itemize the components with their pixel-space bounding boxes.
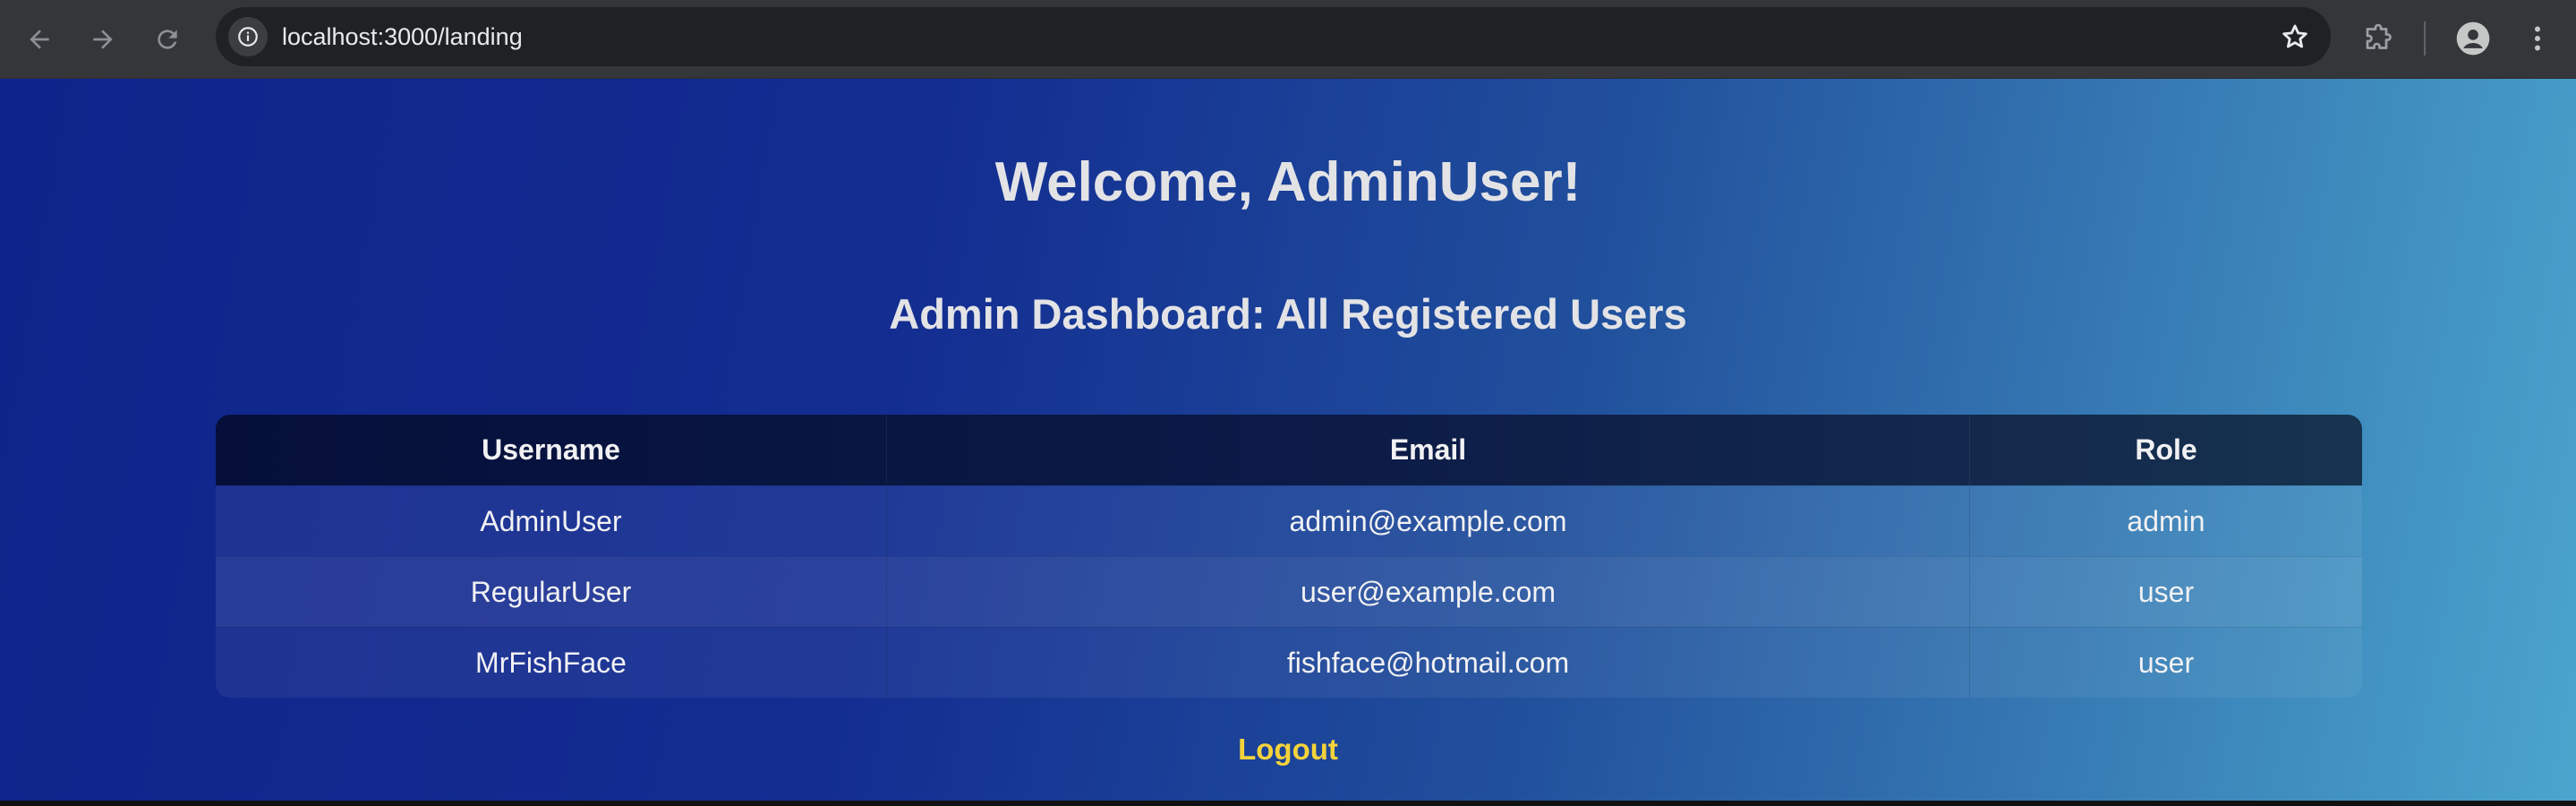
table-body: AdminUser admin@example.com admin Regula… (216, 485, 2362, 698)
puzzle-icon (2366, 23, 2392, 49)
cell-role: admin (1970, 485, 2362, 556)
cell-email: admin@example.com (887, 485, 1970, 556)
profile-button[interactable] (2451, 16, 2495, 61)
info-icon (238, 27, 258, 47)
url-text[interactable]: localhost:3000/landing (282, 7, 523, 66)
star-icon (2282, 24, 2307, 48)
table-row: AdminUser admin@example.com admin (216, 485, 2362, 556)
users-table: Username Email Role AdminUser admin@exam… (216, 415, 2362, 698)
cell-email: fishface@hotmail.com (887, 627, 1970, 698)
extensions-button[interactable] (2356, 16, 2401, 61)
forward-button[interactable] (81, 18, 124, 61)
bookmark-button[interactable] (2279, 21, 2311, 53)
reload-icon (158, 30, 177, 49)
header-username: Username (216, 415, 887, 485)
landing-page: Welcome, AdminUser! Admin Dashboard: All… (0, 79, 2576, 801)
header-role: Role (2135, 433, 2197, 466)
back-arrow-icon (30, 30, 49, 49)
cell-username: AdminUser (216, 485, 887, 556)
site-info-button[interactable] (228, 17, 268, 56)
cell-email: user@example.com (887, 556, 1970, 627)
cell-username: RegularUser (216, 556, 887, 627)
cell-role: user (1970, 556, 2362, 627)
table-row: MrFishFace fishface@hotmail.com user (216, 627, 2362, 698)
person-icon (2456, 21, 2490, 56)
forward-arrow-icon (93, 30, 113, 49)
kebab-menu-icon (2535, 26, 2540, 51)
browser-menu-button[interactable] (2515, 16, 2560, 61)
window-bottom-edge (0, 801, 2576, 806)
toolbar-divider (2424, 21, 2426, 56)
reload-button[interactable] (146, 18, 189, 61)
logout-link[interactable]: Logout (0, 733, 2576, 767)
table-header: Username Email Role (216, 415, 2362, 485)
cell-username: MrFishFace (216, 627, 887, 698)
cell-role: user (1970, 627, 2362, 698)
browser-toolbar: localhost:3000/landing (0, 0, 2576, 79)
address-bar[interactable]: localhost:3000/landing (216, 7, 2331, 66)
header-email: Email (887, 415, 1970, 485)
welcome-heading: Welcome, AdminUser! (994, 151, 1582, 213)
table-header-row: Username Email Role (216, 415, 2362, 485)
table-row: RegularUser user@example.com user (216, 556, 2362, 627)
dashboard-subtitle: Admin Dashboard: All Registered Users (889, 290, 1687, 338)
back-button[interactable] (18, 18, 61, 61)
